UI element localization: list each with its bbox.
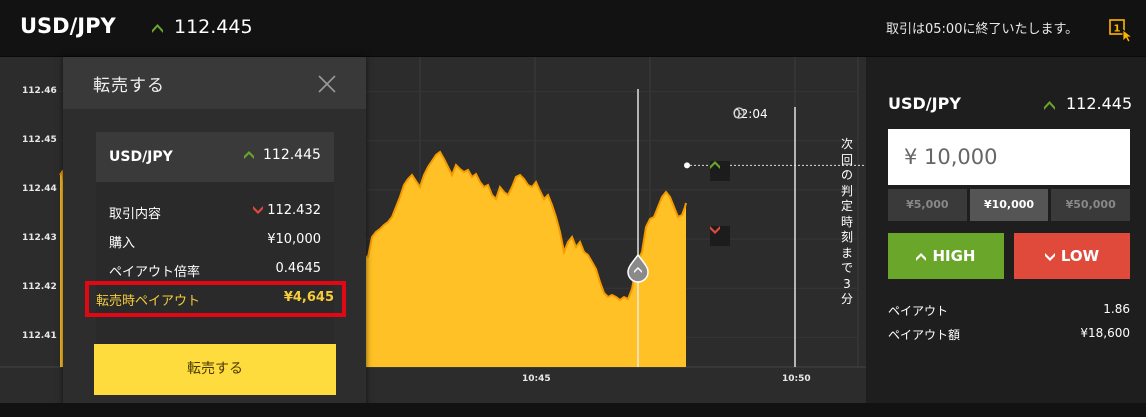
purchase-value: ¥10,000 — [267, 232, 321, 247]
high-button[interactable]: HIGH — [888, 233, 1004, 279]
low-entry-marker — [710, 226, 730, 246]
vertical-char: 定 — [840, 199, 853, 213]
payout-rate-label: ペイアウト倍率 — [109, 265, 201, 280]
resell-dialog: 転売する USD/JPY 112.445 取引内容 112.432 購入 ¥10… — [63, 57, 366, 412]
resell-payout-highlight: 転売時ペイアウト ¥4,645 — [85, 281, 346, 317]
preset-5000-button[interactable]: ¥5,000 — [888, 189, 967, 221]
payout-rate-value: 0.4645 — [275, 261, 322, 276]
trading-end-notice: 取引は05:00に終了いたします。 — [886, 22, 1079, 37]
entry-price: 112.432 — [267, 203, 321, 218]
trade-panel: USD/JPY 112.445 ¥5,000 ¥10,000 ¥50,000 H… — [870, 57, 1146, 403]
amount-presets: ¥5,000 ¥10,000 ¥50,000 — [888, 189, 1131, 221]
trade-summary-card: USD/JPY 112.445 取引内容 112.432 購入 ¥10,000 … — [96, 132, 334, 378]
trade-detail-value: 112.432 — [253, 203, 321, 218]
x-tick-label: 10:45 — [522, 374, 551, 384]
low-label: LOW — [1060, 247, 1100, 265]
down-arrow-icon — [1044, 253, 1055, 261]
preset-10000-button[interactable]: ¥10,000 — [969, 189, 1049, 221]
panel-symbol: USD/JPY — [888, 94, 961, 113]
resell-dialog-title: 転売する — [93, 76, 165, 96]
trade-detail-row: 取引内容 112.432 — [96, 200, 334, 224]
vertical-char: の — [840, 168, 853, 182]
y-tick-label: 112.44 — [22, 183, 57, 194]
down-arrow-icon — [253, 206, 264, 214]
header-symbol: USD/JPY — [20, 14, 116, 38]
one-click-icon[interactable]: 1 — [1109, 18, 1135, 42]
high-entry-marker — [710, 161, 730, 181]
bottom-bar — [0, 403, 1146, 417]
price-up-icon — [244, 151, 254, 159]
resell-payout-value: ¥4,645 — [283, 290, 334, 305]
y-tick-label: 112.45 — [22, 134, 57, 145]
price-up-icon — [1044, 101, 1055, 110]
vertical-char: ま — [840, 245, 853, 260]
payout-row: ペイアウト 1.86 — [888, 302, 1130, 319]
vertical-char: 分 — [840, 292, 853, 306]
preset-50000-button[interactable]: ¥50,000 — [1051, 189, 1131, 221]
payout-amount-row: ペイアウト額 ¥18,600 — [888, 326, 1130, 343]
panel-price: 112.445 — [1066, 94, 1133, 113]
vertical-char: 判 — [840, 183, 853, 198]
payout-rate-row: ペイアウト倍率 0.4645 — [96, 258, 334, 282]
payout-value: 1.86 — [1103, 302, 1130, 316]
resell-payout-label: 転売時ペイアウト — [96, 294, 201, 309]
top-bar: USD/JPY 112.445 取引は05:00に終了いたします。 1 — [0, 0, 1146, 57]
svg-text:1: 1 — [1114, 24, 1121, 35]
trade-detail-label: 取引内容 — [109, 207, 162, 222]
y-tick-label: 112.42 — [22, 282, 57, 293]
price-up-icon — [152, 24, 163, 33]
payout-label: ペイアウト — [888, 304, 949, 318]
payout-amount-label: ペイアウト額 — [888, 328, 961, 342]
y-tick-label: 112.46 — [22, 85, 57, 96]
down-arrow-icon — [710, 226, 720, 234]
clock-icon — [733, 107, 745, 119]
purchase-row: 購入 ¥10,000 — [96, 229, 334, 253]
next-judgment-label: 次回の判定時刻まで3分 — [840, 137, 854, 308]
amount-input[interactable] — [888, 129, 1130, 185]
purchase-label: 購入 — [109, 236, 136, 251]
vertical-char: 時 — [840, 214, 853, 229]
up-arrow-icon — [916, 253, 927, 261]
header-price: 112.445 — [174, 16, 253, 38]
y-tick-label: 112.41 — [22, 331, 57, 342]
payout-amount-value: ¥18,600 — [1080, 326, 1130, 340]
vertical-char: 刻 — [840, 230, 853, 244]
vertical-char: 3 — [843, 276, 851, 291]
y-tick-label: 112.43 — [22, 233, 57, 244]
vertical-char: 回 — [840, 152, 853, 167]
up-arrow-icon — [710, 161, 720, 169]
resell-button[interactable]: 転売する — [94, 344, 336, 395]
trade-summary-header: USD/JPY 112.445 — [96, 132, 334, 182]
high-label: HIGH — [932, 247, 976, 265]
vertical-char: 次 — [840, 137, 853, 151]
resell-dialog-header: 転売する — [63, 57, 366, 109]
low-button[interactable]: LOW — [1014, 233, 1130, 279]
countdown-timer: 02:04 — [733, 107, 768, 121]
current-price-dot — [684, 162, 690, 169]
vertical-char: で — [840, 261, 853, 275]
card-price: 112.445 — [263, 147, 321, 163]
x-tick-label: 10:50 — [782, 374, 811, 384]
close-icon[interactable] — [317, 74, 337, 94]
card-symbol: USD/JPY — [109, 149, 173, 165]
